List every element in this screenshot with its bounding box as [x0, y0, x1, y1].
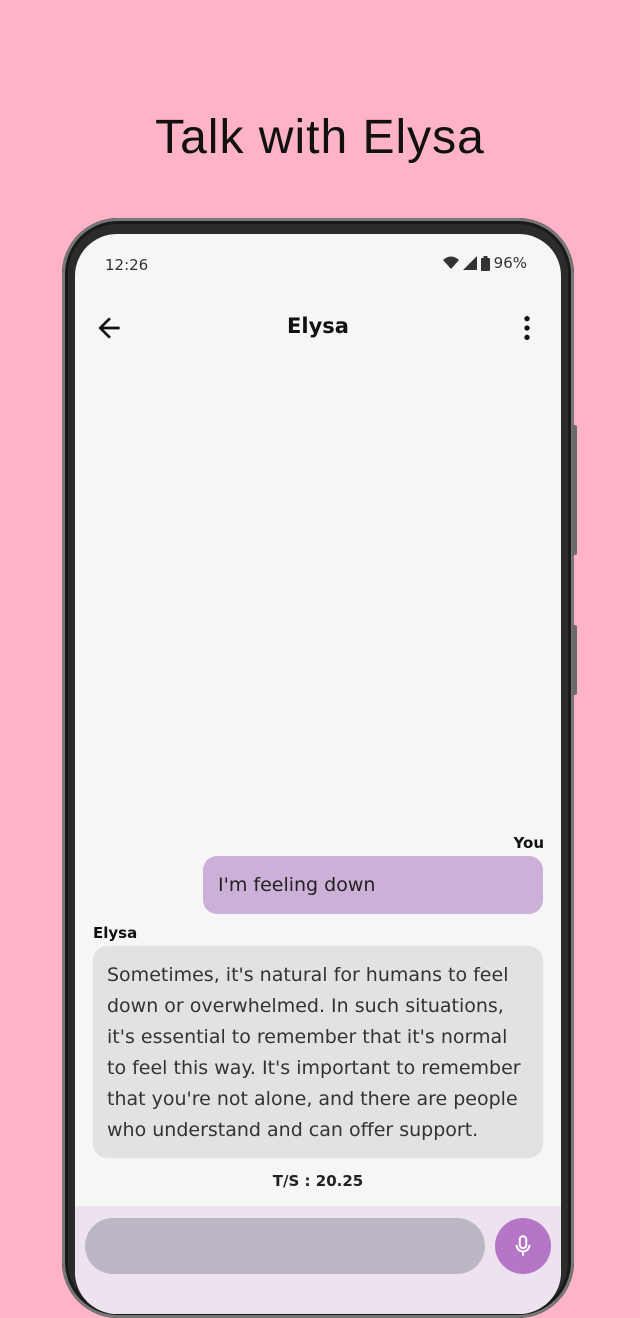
status-bar: 12:26 96% [75, 234, 561, 294]
battery-level: 96% [493, 254, 527, 272]
more-vert-icon [524, 316, 530, 340]
phone-power-button [572, 625, 577, 695]
phone-volume-button [572, 425, 577, 555]
signal-icon [462, 256, 477, 270]
tokens-per-second-stat: T/S : 20.25 [272, 1172, 364, 1190]
battery-icon [480, 255, 490, 271]
composer-bar [75, 1206, 561, 1314]
phone-screen: 12:26 96% Elysa You I'm feeling down Ely… [75, 234, 561, 1314]
status-time: 12:26 [105, 256, 149, 274]
wifi-icon [442, 256, 459, 269]
user-message-bubble: I'm feeling down [203, 856, 543, 914]
chat-title: Elysa [287, 314, 349, 338]
message-input[interactable] [85, 1218, 485, 1274]
user-sender-label: You [513, 834, 544, 852]
promo-headline: Talk with Elysa [155, 111, 485, 164]
app-bar: Elysa [75, 304, 561, 352]
more-options-button[interactable] [511, 312, 543, 344]
mic-button[interactable] [495, 1218, 551, 1274]
bot-sender-label: Elysa [93, 924, 138, 942]
mic-icon [515, 1235, 531, 1256]
bot-message-bubble: Sometimes, it's natural for humans to fe… [93, 946, 543, 1158]
status-icons: 96% [442, 254, 527, 272]
